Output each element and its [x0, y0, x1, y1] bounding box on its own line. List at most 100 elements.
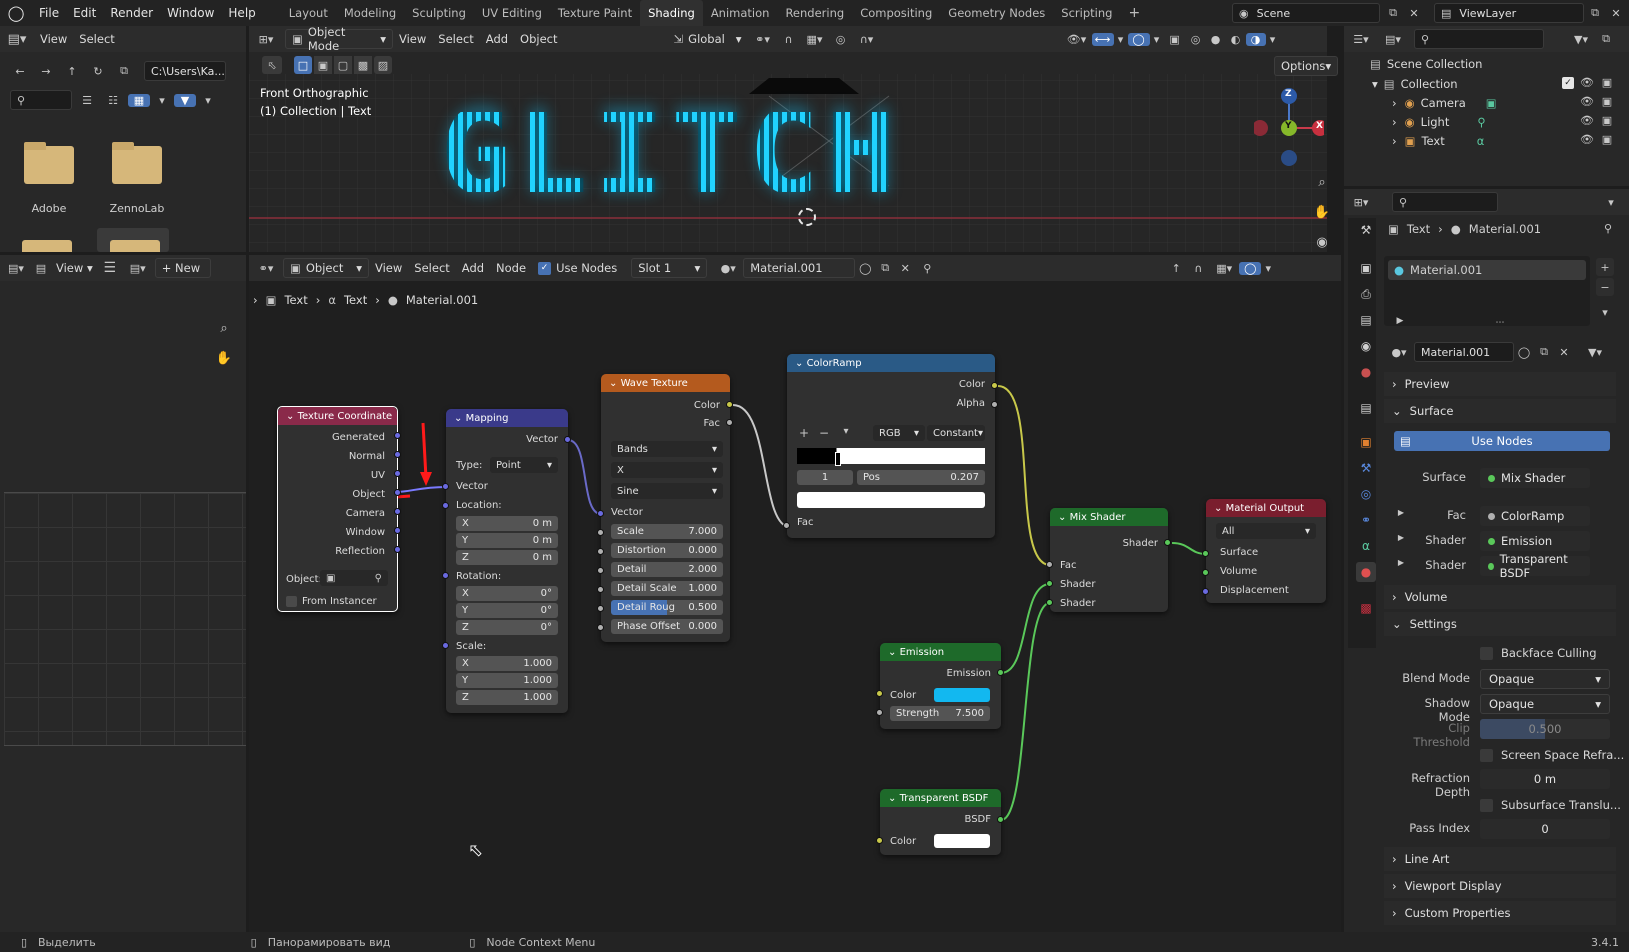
add-slot-icon[interactable]: + [1596, 258, 1614, 276]
colorramp-gradient[interactable] [797, 448, 985, 464]
tool-tab-icon[interactable]: ⚒ [1356, 220, 1376, 240]
socket-wave-distortion[interactable] [597, 548, 604, 555]
socket-mix-shader-out[interactable] [1164, 539, 1171, 546]
mapping-type-dropdown[interactable]: Point ▾ [490, 457, 558, 473]
socket-generated[interactable] [394, 432, 401, 439]
panel-viewport-display[interactable]: › Viewport Display [1384, 874, 1616, 898]
visibility-eye-icon[interactable]: 👁 [1580, 114, 1594, 127]
scale-z-field[interactable]: Z 1.000 [456, 690, 558, 705]
socket-emission-out[interactable] [997, 669, 1004, 676]
socket-camera[interactable] [394, 508, 401, 515]
shader2-input-field[interactable]: Transparent BSDF [1480, 552, 1590, 580]
outliner-collection[interactable]: ▾ ▤ Collection [1372, 74, 1458, 94]
scene-tab-icon[interactable]: ◉ [1356, 336, 1376, 356]
render-camera-icon[interactable]: ▣ [1600, 133, 1614, 146]
properties-search-input[interactable]: ⚲ [1392, 192, 1498, 212]
use-nodes-button[interactable]: ▤ Use Nodes [1394, 431, 1610, 451]
colorramp-index-field[interactable]: 1 [797, 470, 853, 485]
duplicate-material-icon[interactable]: ⧉ [1534, 345, 1554, 359]
eyedropper-icon[interactable]: ⚲ [375, 573, 382, 584]
socket-mix-shader-1[interactable] [1046, 580, 1053, 587]
slot-specials-icon[interactable]: ▾ [1596, 303, 1614, 321]
node-wave-texture[interactable]: ⌄ Wave Texture Color Fac Bands ▾ X ▾ Sine ▾… [601, 374, 730, 642]
shader1-input-field[interactable]: Emission [1480, 531, 1590, 551]
resize-handle-icon[interactable]: ⋯ [1492, 318, 1508, 328]
panel-preview[interactable]: › Preview [1384, 372, 1616, 396]
location-z-field[interactable]: Z0 m [456, 550, 558, 565]
data-tab-icon[interactable]: α [1356, 536, 1376, 556]
rotation-x-field[interactable]: X 0° [456, 586, 558, 601]
socket-wave-detail[interactable] [597, 567, 604, 574]
collection-tab-icon[interactable]: ▤ [1356, 398, 1376, 418]
blend-mode-dropdown[interactable]: Opaque ▾ [1480, 669, 1610, 689]
wave-direction-dropdown[interactable]: X ▾ [611, 462, 723, 478]
expand-shader1-icon[interactable]: ▶ [1396, 533, 1406, 542]
constraints-tab-icon[interactable]: ⚭ [1356, 510, 1376, 530]
wave-phase-offset-field[interactable]: Phase Offset 0.000 [611, 619, 723, 634]
panel-surface[interactable]: ⌄ Surface [1384, 399, 1616, 423]
options-dropdown-icon[interactable]: ▾ [1601, 196, 1621, 209]
socket-colorramp-alpha[interactable] [991, 401, 998, 408]
socket-wave-detail-roughness[interactable] [597, 605, 604, 612]
link-type-icon[interactable]: ▼▾ [1580, 346, 1610, 359]
expand-list-icon[interactable]: ▶ [1394, 316, 1406, 326]
physics-tab-icon[interactable]: ◎ [1356, 484, 1376, 504]
render-camera-icon[interactable]: ▣ [1600, 95, 1614, 108]
render-camera-icon[interactable]: ▣ [1600, 76, 1614, 89]
screen-space-refraction-checkbox[interactable]: Screen Space Refra... [1480, 744, 1624, 766]
panel-settings[interactable]: ⌄ Settings [1384, 612, 1616, 636]
socket-transparent-out[interactable] [997, 816, 1004, 823]
colorramp-stop-handle[interactable] [835, 452, 841, 466]
new-collection-icon[interactable]: ⧉ [1596, 32, 1616, 46]
wave-detail-scale-field[interactable]: Detail Scale 1.000 [611, 581, 723, 596]
pass-index-field[interactable]: 0 [1480, 819, 1610, 839]
editor-type-icon[interactable]: ⊞▾ [1344, 196, 1378, 209]
location-x-field[interactable]: X0 m [456, 516, 558, 531]
outliner-item-light[interactable]: › ◉ Light ⚲ [1392, 112, 1486, 132]
node-transparent-bsdf[interactable]: ⌄ Transparent BSDF BSDF Color [880, 789, 1001, 855]
socket-normal[interactable] [394, 451, 401, 458]
wave-detail-field[interactable]: Detail 2.000 [611, 562, 723, 577]
expand-fac-icon[interactable]: ▶ [1396, 508, 1406, 517]
socket-location[interactable] [442, 502, 449, 509]
outliner-search-input[interactable]: ⚲ [1414, 29, 1544, 49]
socket-transparent-color[interactable] [876, 837, 883, 844]
render-tab-icon[interactable]: ▣ [1356, 258, 1376, 278]
colorramp-stop-color-swatch[interactable] [797, 492, 985, 508]
panel-custom-properties[interactable]: › Custom Properties [1384, 901, 1616, 925]
socket-wave-vector[interactable] [597, 510, 604, 517]
socket-scale[interactable] [442, 642, 449, 649]
collection-checkbox-icon[interactable]: ✓ [1562, 77, 1574, 89]
location-y-field[interactable]: Y0 m [456, 533, 558, 548]
socket-wave-phase[interactable] [597, 624, 604, 631]
socket-output-volume[interactable] [1202, 569, 1209, 576]
render-camera-icon[interactable]: ▣ [1600, 114, 1614, 127]
emission-color-swatch[interactable] [934, 688, 990, 702]
socket-mapping-vector-out[interactable] [564, 436, 571, 443]
view-layer-tab-icon[interactable]: ▤ [1356, 310, 1376, 330]
wave-detail-roughness-field[interactable]: Detail Roug 0.500 [611, 600, 723, 615]
socket-wave-color[interactable] [726, 401, 733, 408]
scale-y-field[interactable]: Y 1.000 [456, 673, 558, 688]
socket-object[interactable] [394, 489, 401, 496]
socket-mapping-vector-in[interactable] [442, 483, 449, 490]
texture-tab-icon[interactable]: ▩ [1356, 598, 1376, 618]
material-tab-icon[interactable]: ● [1356, 562, 1376, 582]
socket-mix-fac[interactable] [1046, 561, 1053, 568]
subsurface-translucency-checkbox[interactable]: Subsurface Translu... [1480, 794, 1621, 816]
panel-line-art[interactable]: › Line Art [1384, 847, 1616, 871]
refraction-depth-field[interactable]: 0 m [1480, 769, 1610, 789]
object-tab-icon[interactable]: ▣ [1356, 432, 1376, 452]
outliner-scene-collection[interactable]: ▤ Scene Collection [1370, 54, 1482, 74]
socket-wave-scale[interactable] [597, 529, 604, 536]
node-emission[interactable]: ⌄ Emission Emission Color Strength 7.500 [880, 643, 1001, 729]
outliner-item-text[interactable]: › ▣ Text α [1392, 131, 1484, 151]
socket-emission-color[interactable] [876, 690, 883, 697]
display-mode-icon[interactable]: ▤▾ [1378, 33, 1408, 46]
socket-wave-detail-scale[interactable] [597, 586, 604, 593]
socket-uv[interactable] [394, 470, 401, 477]
panel-volume[interactable]: › Volume [1384, 585, 1616, 609]
colorramp-interp-dropdown[interactable]: Constant ▾ [927, 425, 985, 441]
visibility-eye-icon[interactable]: 👁 [1580, 133, 1594, 146]
editor-type-icon[interactable]: ☰▾ [1344, 33, 1378, 46]
